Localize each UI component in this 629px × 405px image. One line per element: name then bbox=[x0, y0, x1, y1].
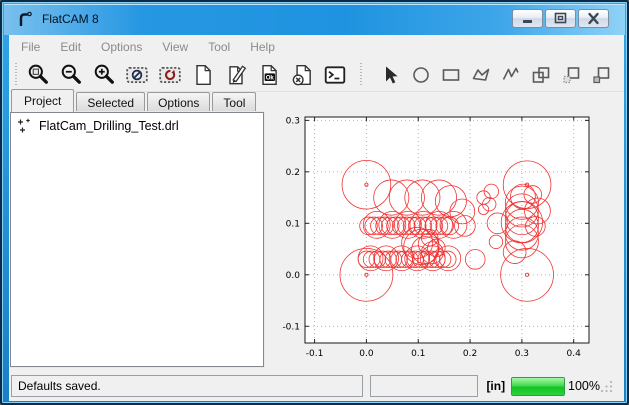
draw-rectangle-button[interactable] bbox=[436, 61, 466, 89]
minimize-icon bbox=[518, 12, 537, 25]
project-tree[interactable]: FlatCam_Drilling_Test.drl bbox=[10, 112, 264, 367]
svg-text:-0.1: -0.1 bbox=[282, 322, 300, 332]
client-area: File Edit Options View Tool Help bbox=[9, 35, 624, 401]
units-label: [in] bbox=[486, 379, 505, 393]
svg-text:0.1: 0.1 bbox=[411, 349, 425, 359]
resize-grip-icon[interactable] bbox=[600, 379, 614, 393]
svg-text:0.3: 0.3 bbox=[515, 349, 529, 359]
progress-fill bbox=[512, 378, 564, 395]
tab-selected[interactable]: Selected bbox=[76, 92, 145, 112]
svg-text:0.2: 0.2 bbox=[286, 168, 300, 178]
title-bar[interactable]: FlatCAM 8 bbox=[4, 4, 625, 35]
edit-file-button[interactable] bbox=[219, 61, 252, 89]
progress-bar bbox=[511, 377, 565, 396]
draw-circle-button[interactable] bbox=[406, 61, 436, 89]
zoom-in-icon bbox=[92, 63, 116, 87]
progress-percent: 100% bbox=[568, 379, 600, 393]
window-controls bbox=[512, 9, 609, 28]
zoom-fit-button[interactable] bbox=[21, 61, 54, 89]
ok-file-button[interactable]: Ok bbox=[252, 61, 285, 89]
toolbar-handle-2[interactable] bbox=[359, 63, 363, 87]
toolbar-handle[interactable] bbox=[14, 63, 18, 87]
minimize-button[interactable] bbox=[512, 9, 543, 28]
menu-view[interactable]: View bbox=[152, 37, 198, 57]
plot-canvas[interactable]: -0.1 0.0 0.1 0.2 0.3 0.4 -0.1 0.0 0.1 0.2 0.3 bbox=[272, 102, 620, 366]
new-file-icon bbox=[191, 63, 215, 87]
cut-button[interactable] bbox=[586, 61, 616, 89]
polygon-icon bbox=[470, 64, 492, 86]
tab-project[interactable]: Project bbox=[11, 89, 74, 112]
maximize-button[interactable] bbox=[545, 9, 576, 28]
svg-text:0.0: 0.0 bbox=[359, 349, 374, 359]
zoom-out-button[interactable] bbox=[54, 61, 87, 89]
union-icon bbox=[530, 64, 552, 86]
select-arrow-icon bbox=[380, 64, 402, 86]
svg-text:-0.1: -0.1 bbox=[306, 349, 324, 359]
svg-text:Ok: Ok bbox=[265, 74, 274, 81]
app-icon bbox=[16, 10, 35, 29]
union-button[interactable] bbox=[526, 61, 556, 89]
ok-file-icon: Ok bbox=[257, 63, 281, 87]
maximize-icon bbox=[551, 11, 570, 26]
status-message-panel: Defaults saved. bbox=[11, 375, 363, 397]
rectangle-icon bbox=[440, 64, 462, 86]
delete-file-button[interactable] bbox=[285, 61, 318, 89]
menu-help[interactable]: Help bbox=[240, 37, 285, 57]
menu-bar: File Edit Options View Tool Help bbox=[9, 35, 624, 58]
tab-tool[interactable]: Tool bbox=[212, 92, 256, 112]
cut-icon bbox=[590, 64, 612, 86]
close-button[interactable] bbox=[578, 9, 609, 28]
window-title: FlatCAM 8 bbox=[42, 12, 99, 26]
close-icon bbox=[584, 11, 603, 26]
clear-plot-icon bbox=[125, 63, 149, 87]
shell-icon bbox=[323, 63, 347, 87]
status-field-2 bbox=[370, 375, 479, 397]
tab-bar: Project Selected Options Tool bbox=[11, 91, 258, 112]
svg-text:0.1: 0.1 bbox=[286, 219, 300, 229]
polyline-icon bbox=[500, 64, 522, 86]
svg-text:0.3: 0.3 bbox=[286, 116, 300, 126]
menu-file[interactable]: File bbox=[11, 37, 50, 57]
zoom-out-icon bbox=[59, 63, 83, 87]
subtract-button[interactable] bbox=[556, 61, 586, 89]
clear-plot-button[interactable] bbox=[120, 61, 153, 89]
svg-text:0.0: 0.0 bbox=[286, 271, 301, 281]
tab-options[interactable]: Options bbox=[147, 92, 210, 112]
subtract-icon bbox=[560, 64, 582, 86]
new-file-button[interactable] bbox=[186, 61, 219, 89]
geometry-toolbar bbox=[376, 61, 616, 89]
tree-item-label: FlatCam_Drilling_Test.drl bbox=[39, 119, 179, 133]
replot-icon bbox=[158, 63, 182, 87]
draw-polyline-button[interactable] bbox=[496, 61, 526, 89]
shell-button[interactable] bbox=[318, 61, 351, 89]
replot-button[interactable] bbox=[153, 61, 186, 89]
drill-plot[interactable]: -0.1 0.0 0.1 0.2 0.3 0.4 -0.1 0.0 0.1 0.2 0.3 bbox=[272, 102, 620, 366]
tree-item-drill-file[interactable]: FlatCam_Drilling_Test.drl bbox=[11, 113, 263, 134]
app-window: FlatCAM 8 File Ed bbox=[0, 0, 629, 405]
zoom-in-button[interactable] bbox=[87, 61, 120, 89]
status-message: Defaults saved. bbox=[18, 379, 101, 393]
svg-text:0.4: 0.4 bbox=[567, 349, 582, 359]
status-bar: Defaults saved. [in] 100% bbox=[9, 371, 624, 401]
delete-file-icon bbox=[290, 63, 314, 87]
select-button[interactable] bbox=[376, 61, 406, 89]
drill-marks-icon bbox=[17, 118, 33, 134]
menu-options[interactable]: Options bbox=[91, 37, 152, 57]
svg-text:0.2: 0.2 bbox=[463, 349, 477, 359]
draw-polygon-button[interactable] bbox=[466, 61, 496, 89]
menu-edit[interactable]: Edit bbox=[50, 37, 91, 57]
zoom-fit-icon bbox=[26, 63, 50, 87]
edit-file-icon bbox=[224, 63, 248, 87]
toolbar: Ok bbox=[9, 58, 624, 92]
circle-icon bbox=[410, 64, 432, 86]
menu-tool[interactable]: Tool bbox=[198, 37, 240, 57]
